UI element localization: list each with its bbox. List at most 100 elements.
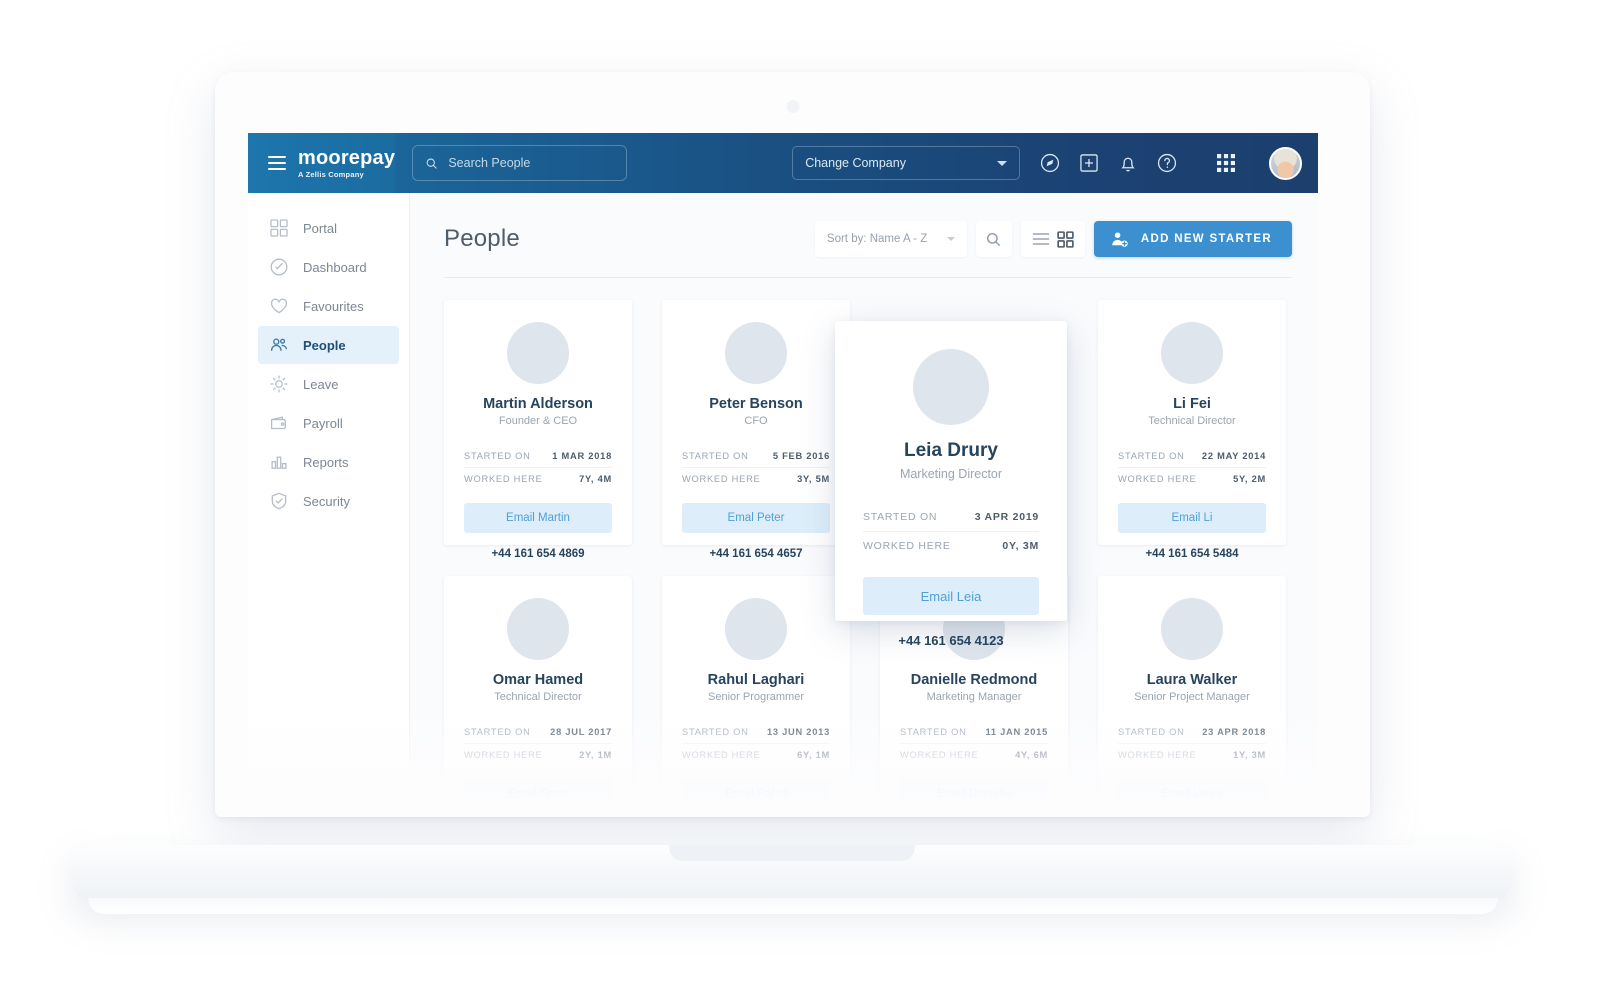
worked-here-label: WORKED HERE: [682, 474, 761, 484]
sidebar: Portal Dashboard Favourites People Leave…: [248, 193, 410, 803]
apps-grid-icon[interactable]: [1216, 153, 1236, 173]
worked-here-value: 2Y, 1M: [579, 750, 612, 760]
sidebar-item-portal[interactable]: Portal: [258, 209, 399, 247]
add-new-starter-button[interactable]: ADD NEW STARTER: [1093, 221, 1292, 257]
apps-launcher-wrap: [1197, 153, 1255, 173]
started-on-value: 23 APR 2018: [1202, 727, 1266, 737]
global-search-wrap: [395, 145, 628, 181]
started-on-value: 5 FEB 2016: [772, 451, 830, 461]
started-on-row: STARTED ON 13 JUN 2013: [682, 721, 830, 743]
started-on-row: STARTED ON 3 APR 2019: [863, 503, 1039, 531]
list-view-button[interactable]: [1032, 231, 1050, 247]
email-person-button[interactable]: Email Rahul: [682, 779, 830, 803]
person-role: CFO: [744, 415, 768, 427]
person-phone: +44 161 654 4869: [491, 548, 585, 560]
person-name: Laura Walker: [1146, 672, 1238, 688]
change-company-dropdown[interactable]: Change Company: [792, 146, 1021, 180]
email-person-button[interactable]: Email Omar: [464, 779, 612, 803]
person-card[interactable]: Peter Benson CFO STARTED ON 5 FEB 2016 W…: [662, 300, 850, 560]
page-header: People Sort by: Name A - Z ADD NEW START…: [444, 219, 1318, 259]
app-body: Portal Dashboard Favourites People Leave…: [248, 193, 1318, 803]
started-on-label: STARTED ON: [682, 451, 749, 461]
worked-here-value: 0Y, 3M: [1002, 540, 1039, 552]
grid-icon: [270, 219, 288, 237]
started-on-value: 3 APR 2019: [974, 511, 1039, 523]
laptop-notch: [669, 845, 915, 861]
help-icon[interactable]: [1156, 152, 1178, 174]
person-card-hovered[interactable]: Leia Drury Marketing Director STARTED ON…: [835, 321, 1067, 648]
bar-chart-icon: [271, 456, 287, 469]
sidebar-item-favourites[interactable]: Favourites: [258, 287, 399, 325]
sidebar-item-label: Favourites: [303, 298, 364, 314]
worked-here-label: WORKED HERE: [682, 750, 761, 760]
person-photo: [507, 598, 569, 660]
sidebar-item-payroll[interactable]: Payroll: [258, 404, 399, 442]
started-on-label: STARTED ON: [464, 451, 531, 461]
started-on-value: 28 JUL 2017: [550, 727, 612, 737]
worked-here-row: WORKED HERE 6Y, 1M: [682, 744, 830, 766]
add-person-icon: [1112, 231, 1128, 247]
worked-here-label: WORKED HERE: [464, 750, 543, 760]
worked-here-label: WORKED HERE: [1118, 474, 1197, 484]
page-toolbar: Sort by: Name A - Z ADD NEW STARTER: [814, 221, 1292, 257]
laptop-foot: [88, 898, 1498, 914]
compass-icon[interactable]: [1039, 152, 1061, 174]
person-card[interactable]: Laura Walker Senior Project Manager STAR…: [1098, 576, 1286, 803]
person-role: Technical Director: [1148, 415, 1236, 427]
email-person-button[interactable]: Email Danielle: [900, 779, 1048, 803]
sidebar-item-people[interactable]: People: [258, 326, 399, 364]
person-card[interactable]: Rahul Laghari Senior Programmer STARTED …: [662, 576, 850, 803]
view-toggle-group: [1020, 221, 1085, 257]
user-avatar[interactable]: [1269, 146, 1303, 180]
email-person-button[interactable]: Email Martin: [464, 503, 612, 533]
worked-here-row: WORKED HERE 5Y, 2M: [1118, 468, 1266, 490]
add-box-icon[interactable]: [1078, 152, 1100, 174]
person-name: Danielle Redmond: [910, 672, 1038, 688]
grid-view-button[interactable]: [1057, 230, 1074, 248]
person-card[interactable]: Li Fei Technical Director STARTED ON 22 …: [1098, 300, 1286, 560]
person-photo: [725, 598, 787, 660]
sidebar-item-label: Payroll: [303, 415, 343, 431]
top-navigation-bar: moorepay A Zellis Company Change Company: [248, 133, 1318, 193]
started-on-label: STARTED ON: [682, 727, 749, 737]
brand-logo[interactable]: moorepay A Zellis Company: [298, 148, 395, 179]
sidebar-item-reports[interactable]: Reports: [258, 443, 399, 481]
email-person-button[interactable]: Email Li: [1118, 503, 1266, 533]
bell-icon[interactable]: [1117, 152, 1139, 174]
email-person-button[interactable]: Emal Peter: [682, 503, 830, 533]
sidebar-item-label: Portal: [303, 220, 337, 236]
sidebar-item-leave[interactable]: Leave: [258, 365, 399, 403]
person-card[interactable]: Omar Hamed Technical Director STARTED ON…: [444, 576, 632, 803]
people-search-button[interactable]: [975, 221, 1012, 257]
people-icon: [270, 338, 288, 351]
sidebar-item-label: Dashboard: [303, 259, 367, 275]
search-icon: [426, 158, 438, 169]
sidebar-item-label: Leave: [303, 376, 339, 392]
person-name: Peter Benson: [709, 396, 803, 412]
search-input[interactable]: [448, 156, 615, 170]
person-photo: [507, 322, 569, 384]
person-role: Marketing Manager: [926, 691, 1022, 703]
email-person-button[interactable]: Email Laura: [1118, 779, 1266, 803]
global-search-box[interactable]: [412, 145, 628, 181]
worked-here-row: WORKED HERE 2Y, 1M: [464, 744, 612, 766]
email-person-button[interactable]: Email Leia: [863, 577, 1039, 615]
grid-view-icon: [1057, 230, 1074, 248]
hamburger-menu-icon[interactable]: [268, 156, 286, 170]
started-on-label: STARTED ON: [464, 727, 531, 737]
sidebar-item-label: Reports: [303, 454, 349, 470]
sidebar-item-dashboard[interactable]: Dashboard: [258, 248, 399, 286]
sidebar-item-security[interactable]: Security: [258, 482, 399, 520]
sort-dropdown-label: Sort by: Name A - Z: [826, 233, 928, 245]
person-card[interactable]: Martin Alderson Founder & CEO STARTED ON…: [444, 300, 632, 560]
worked-here-value: 6Y, 1M: [797, 750, 830, 760]
worked-here-row: WORKED HERE 1Y, 3M: [1118, 744, 1266, 766]
worked-here-value: 1Y, 3M: [1233, 750, 1266, 760]
worked-here-label: WORKED HERE: [1118, 750, 1197, 760]
sort-dropdown[interactable]: Sort by: Name A - Z: [814, 221, 967, 257]
person-photo: [1161, 322, 1223, 384]
worked-here-row: WORKED HERE 3Y, 5M: [682, 468, 830, 490]
started-on-row: STARTED ON 23 APR 2018: [1118, 721, 1266, 743]
started-on-value: 13 JUN 2013: [766, 727, 830, 737]
person-name: Rahul Laghari: [707, 672, 805, 688]
